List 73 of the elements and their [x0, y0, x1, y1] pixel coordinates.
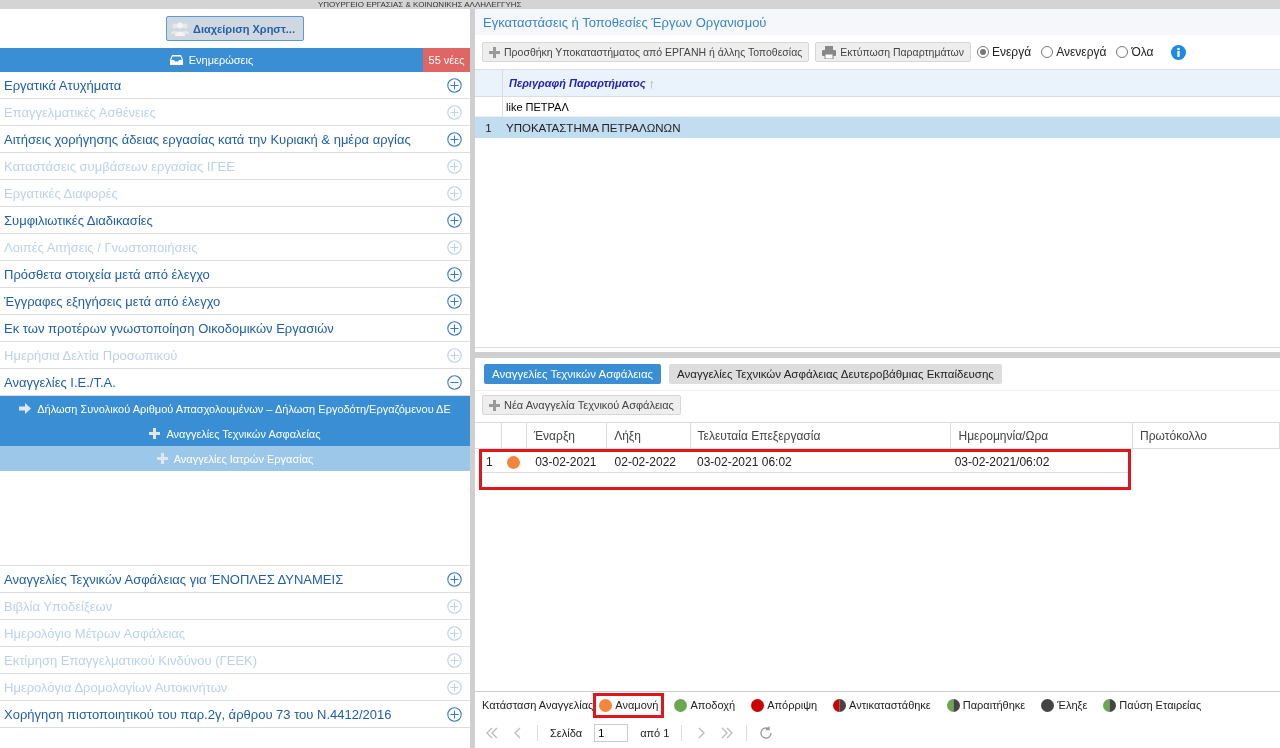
legend-label: Έληξε — [1057, 699, 1088, 711]
inbox-icon — [169, 55, 183, 65]
new-notice-button[interactable]: Νέα Αναγγελία Τεχνικού Ασφάλειας — [482, 395, 681, 415]
refresh-icon[interactable] — [759, 726, 774, 740]
column-header[interactable]: Πρωτόκολλο — [1140, 428, 1207, 443]
table-cell-text: 03-02-2021 06:02 — [696, 455, 793, 469]
panel-title: Εγκαταστάσεις ή Τοποθεσίες Έργων Οργανισμού — [475, 9, 1280, 35]
toolbar-button[interactable]: Εκτύπωση Παραρτημάτων — [815, 42, 971, 62]
menu-item[interactable]: Συμφιλιωτικές Διαδικασίες — [0, 207, 470, 234]
menu-item[interactable]: Αιτήσεις χορήγησης άδειας εργασίας κατά την Κυριακή & ημέρα αργίας — [0, 126, 470, 153]
plus-icon — [489, 46, 500, 58]
expand-icon[interactable] — [447, 571, 462, 587]
legend-label: Αναμονή — [615, 699, 659, 711]
legend-label: Απόρριψη — [767, 699, 818, 711]
menu-item[interactable]: Αναγγελίες Τεχνικών Ασφάλειας για ΈΝΟΠΛΕΣ ΔΥΝΑΜΕΙΣ — [0, 566, 470, 593]
column-header[interactable]: Έναρξη — [533, 428, 575, 443]
submenu-item[interactable]: Δήλωση Συνολικού Αριθμού Απασχολουμένων – Δήλωση Εργοδότη/Εργαζόμενου ΔΕ — [0, 396, 470, 421]
menu-item[interactable]: Πρόσθετα στοιχεία μετά από έλεγχο — [0, 261, 470, 288]
updates-label: Ενημερώσεις — [188, 54, 254, 66]
menu-item[interactable]: Έγγραφες εξηγήσεις μετά από έλεγχο — [0, 288, 470, 315]
row-number: 1 — [485, 455, 494, 469]
page-count: από 1 — [640, 727, 670, 739]
table-row[interactable]: 1 ΥΠΟΚΑΤΑΣΤΗΜΑ ΠΕΤΡΑΛΩΝΩΝ — [475, 117, 1280, 138]
menu-item[interactable]: Χορήγηση πιστοποιητικού του παρ.2γ, άρθρου 73 του Ν.4412/2016 — [0, 701, 470, 728]
expand-icon[interactable] — [447, 131, 462, 147]
first-page-icon[interactable] — [485, 726, 499, 740]
radio-label: Ενεργά — [992, 45, 1032, 59]
tab[interactable]: Αναγγελίες Τεχνικών Ασφάλειας — [484, 364, 662, 384]
table-cell-text: 03-02-2021/06:02 — [953, 455, 1051, 469]
column-header[interactable]: Λήξη — [614, 428, 641, 443]
expand-icon[interactable] — [447, 293, 462, 309]
legend-label: Παύση Εταιρείας — [1119, 699, 1202, 711]
info-icon[interactable] — [1171, 44, 1187, 60]
radio-button[interactable] — [1116, 46, 1129, 58]
table-cell-text: 02-02-2022 — [613, 455, 677, 469]
table-cell-text: 03-02-2021 — [534, 455, 598, 469]
column-header[interactable]: Περιγραφή Παραρτήματος — [509, 77, 646, 89]
legend-label: Αποδοχή — [690, 699, 736, 711]
collapse-icon[interactable] — [447, 374, 462, 390]
plus-icon — [156, 453, 168, 464]
radio-button[interactable] — [1041, 46, 1054, 58]
manage-users-button[interactable]: Διαχείριση Χρηστ... — [166, 16, 304, 41]
plus-icon — [149, 428, 161, 439]
users-icon — [171, 21, 189, 36]
filter-field[interactable]: like ΠΕΤΡΑΛ — [503, 100, 569, 113]
tab[interactable]: Αναγγελίες Τεχνικών Ασφάλειας Δευτεροβάθμιας Εκπαίδευσης — [669, 364, 1002, 384]
ministry-title: ΥΠΟΥΡΓΕΙΟ ΕΡΓΑΣΙΑΣ & ΚΟΙΝΩΝΙΚΗΣ ΑΛΛΗΛΕΓΓΥΗΣ — [318, 0, 522, 9]
toolbar-button[interactable]: Προσθήκη Υποκαταστήματος από ΕΡΓΑΝΗ ή άλλης Τοποθεσίας — [482, 42, 810, 62]
menu-item[interactable]: Εργατικά Ατυχήματα — [0, 72, 470, 99]
column-header[interactable]: Ημερομηνία/Ωρα — [958, 428, 1049, 443]
plus-icon — [489, 399, 500, 411]
last-page-icon[interactable] — [720, 726, 735, 740]
arrow-right-icon — [19, 403, 32, 414]
legend-title: Κατάσταση Αναγγελίας — [482, 699, 594, 711]
column-header[interactable]: Τελευταία Επεξεργασία — [697, 428, 821, 443]
radio-button[interactable] — [977, 46, 989, 58]
page-field[interactable]: 1 — [594, 724, 629, 742]
new-count-badge: 55 νέες — [423, 48, 470, 72]
legend-label: Αντικαταστάθηκε — [849, 699, 931, 711]
expand-icon[interactable] — [447, 706, 462, 722]
radio-label: Ανενεργά — [1056, 45, 1107, 59]
radio-label: Όλα — [1131, 45, 1154, 59]
expand-icon[interactable] — [447, 212, 462, 228]
expand-icon[interactable] — [447, 77, 462, 93]
updates-bar[interactable]: Ενημερώσεις — [0, 48, 423, 72]
page-label: Σελίδα — [550, 727, 583, 739]
expand-icon[interactable] — [447, 266, 462, 282]
sort-arrow: ↑ — [648, 75, 656, 91]
printer-icon — [822, 45, 837, 59]
menu-item[interactable]: Εκ των προτέρων γνωστοποίηση Οικοδομικών Εργασιών — [0, 315, 470, 342]
expand-icon[interactable] — [447, 320, 462, 336]
legend-label: Παραιτήθηκε — [962, 699, 1026, 711]
submenu-item[interactable]: Αναγγελίες Τεχνικών Ασφαλείας — [0, 421, 470, 446]
